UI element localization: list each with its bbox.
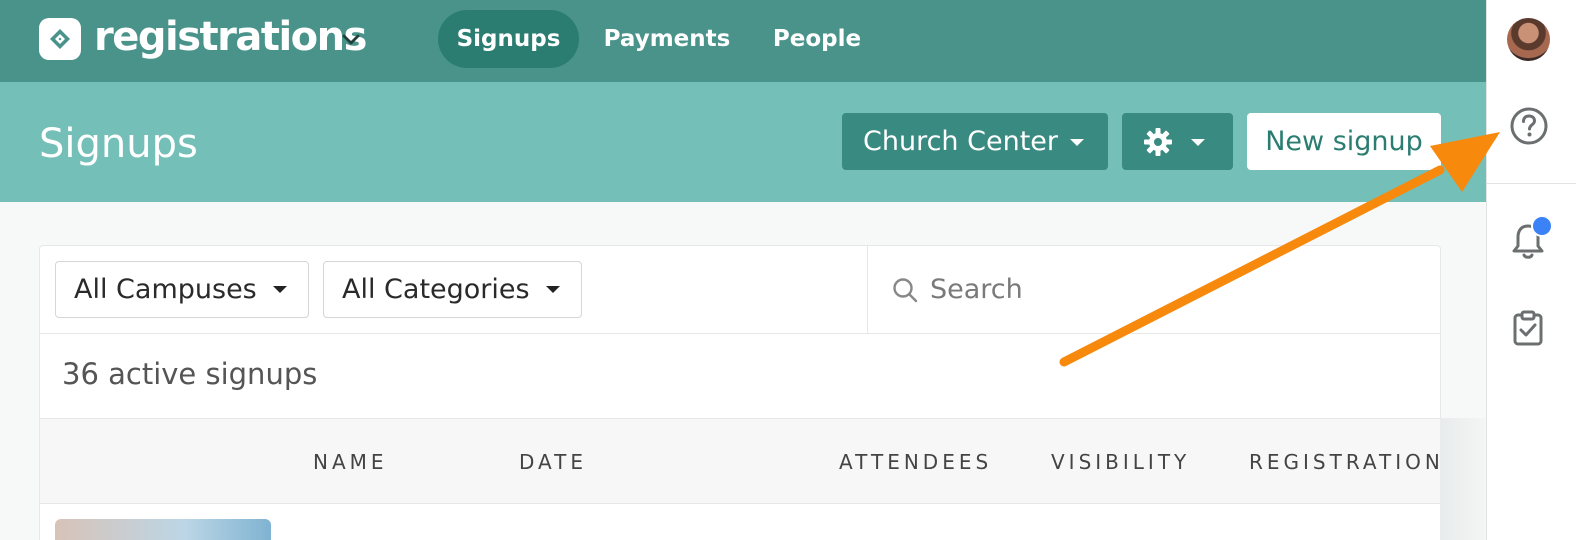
right-rail bbox=[1486, 0, 1576, 540]
search-box[interactable] bbox=[867, 246, 1440, 333]
campus-select[interactable]: All Campuses bbox=[55, 261, 309, 318]
campus-select-label: All Campuses bbox=[74, 274, 257, 305]
signup-thumbnail[interactable] bbox=[55, 519, 271, 540]
caret-down-icon bbox=[1070, 139, 1084, 146]
column-header-attendees[interactable]: ATTENDEES bbox=[839, 449, 992, 475]
clipboard-check-icon[interactable] bbox=[1512, 310, 1544, 346]
column-header-name[interactable]: NAME bbox=[313, 449, 388, 475]
notification-dot bbox=[1531, 215, 1553, 237]
caret-down-icon bbox=[1191, 139, 1205, 146]
user-avatar[interactable] bbox=[1507, 18, 1550, 61]
signups-card: All Campuses All Categories 36 active si… bbox=[39, 245, 1441, 540]
chevron-down-icon[interactable] bbox=[340, 28, 362, 50]
table-scroll-shadow bbox=[1440, 418, 1486, 540]
nav-tab-signups[interactable]: Signups bbox=[438, 10, 579, 68]
settings-menu-button[interactable] bbox=[1122, 113, 1233, 170]
church-center-button[interactable]: Church Center bbox=[842, 113, 1108, 170]
nav-tab-people[interactable]: People bbox=[762, 10, 872, 68]
app-switcher-title[interactable]: registrations bbox=[94, 12, 367, 62]
column-header-visibility[interactable]: VISIBILITY bbox=[1051, 449, 1190, 475]
page-title: Signups bbox=[39, 121, 198, 167]
column-header-date[interactable]: DATE bbox=[519, 449, 587, 475]
caret-down-icon bbox=[273, 286, 287, 293]
nav-tab-payments[interactable]: Payments bbox=[596, 10, 738, 68]
caret-down-icon bbox=[546, 286, 560, 293]
category-select-label: All Categories bbox=[342, 274, 530, 305]
top-navbar: registrations Signups Payments People bbox=[0, 0, 1486, 82]
search-icon bbox=[893, 278, 918, 303]
active-signups-count: 36 active signups bbox=[62, 357, 318, 391]
search-input[interactable] bbox=[930, 268, 1410, 310]
rail-divider bbox=[1487, 183, 1576, 184]
help-icon[interactable] bbox=[1509, 106, 1549, 146]
divider bbox=[40, 333, 1440, 334]
category-select[interactable]: All Categories bbox=[323, 261, 582, 318]
table-header: NAME DATE ATTENDEES VISIBILITY REGISTRAT… bbox=[40, 418, 1440, 504]
page-header: Signups Church Center New signup bbox=[0, 82, 1486, 202]
gear-icon bbox=[1144, 128, 1172, 156]
church-center-label: Church Center bbox=[863, 126, 1058, 157]
new-signup-button[interactable]: New signup bbox=[1247, 113, 1441, 170]
column-header-registration[interactable]: REGISTRATION bbox=[1249, 449, 1440, 475]
registrations-logo-icon[interactable] bbox=[39, 18, 81, 60]
